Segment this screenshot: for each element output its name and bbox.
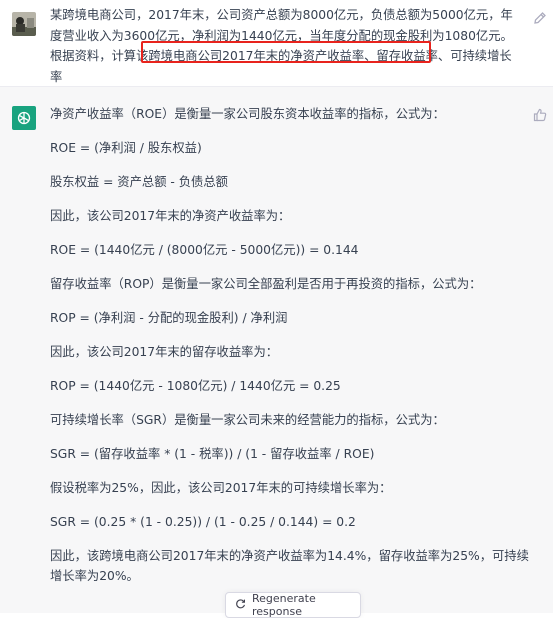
- edit-icon[interactable]: [533, 10, 547, 24]
- assistant-response: 净资产收益率（ROE）是衡量一家公司股东资本收益率的指标，公式为： ROE = …: [50, 104, 530, 600]
- response-paragraph: SGR = (0.25 * (1 - 0.25)) / (1 - 0.25 / …: [50, 515, 356, 529]
- response-paragraph: ROE = (净利润 / 股东权益): [50, 141, 202, 155]
- regenerate-response-button[interactable]: Regenerate response: [225, 592, 361, 618]
- regenerate-icon: [235, 598, 246, 612]
- response-paragraph: 假设税率为25%，因此，该公司2017年末的可持续增长率为：: [50, 481, 392, 495]
- thumbs-up-icon[interactable]: [533, 107, 547, 122]
- user-message-row: 某跨境电商公司，2017年末，公司资产总额为8000亿元，负债总额为5000亿元…: [0, 0, 553, 86]
- response-paragraph: 因此，该公司2017年末的留存收益率为：: [50, 345, 279, 359]
- user-avatar: [12, 12, 36, 36]
- assistant-message-row: 净资产收益率（ROE）是衡量一家公司股东资本收益率的指标，公式为： ROE = …: [0, 86, 553, 613]
- response-paragraph: 可持续增长率（SGR）是衡量一家公司未来的经营能力的指标，公式为：: [50, 413, 445, 427]
- response-paragraph: ROP = (净利润 - 分配的现金股利) / 净利润: [50, 311, 288, 325]
- response-paragraph: 因此，该公司2017年末的净资产收益率为：: [50, 209, 291, 223]
- response-paragraph: 股东权益 = 资产总额 - 负债总额: [50, 175, 228, 189]
- response-paragraph: 留存收益率（ROP）是衡量一家公司全部盈利是否用于再投资的指标，公式为：: [50, 277, 482, 291]
- chatgpt-logo-icon: [12, 106, 36, 130]
- response-paragraph: ROP = (1440亿元 - 1080亿元) / 1440亿元 = 0.25: [50, 379, 341, 393]
- red-highlight-box: [141, 41, 431, 63]
- response-paragraph: 因此，该跨境电商公司2017年末的净资产收益率为14.4%，留存收益率为25%，…: [50, 549, 529, 583]
- response-paragraph: SGR = (留存收益率 * (1 - 税率)) / (1 - 留存收益率 / …: [50, 447, 375, 461]
- regenerate-label: Regenerate response: [252, 592, 316, 618]
- response-paragraph: ROE = (1440亿元 / (8000亿元 - 5000亿元)) = 0.1…: [50, 243, 359, 257]
- response-paragraph: 净资产收益率（ROE）是衡量一家公司股东资本收益率的指标，公式为：: [50, 107, 445, 121]
